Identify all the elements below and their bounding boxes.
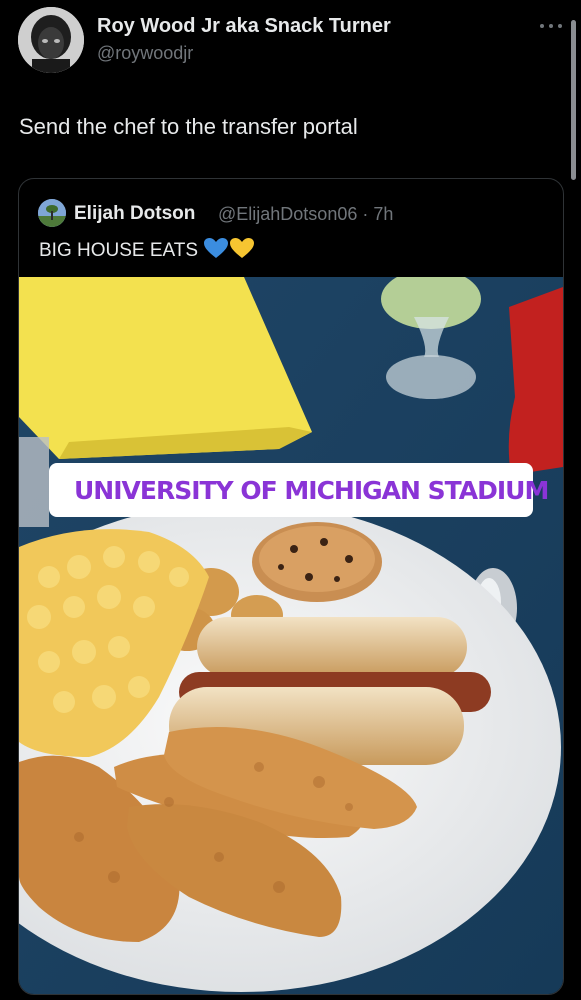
quoted-author-name[interactable]: Elijah Dotson (74, 203, 195, 225)
more-horizontal-icon[interactable] (539, 18, 563, 28)
author-avatar[interactable] (18, 7, 84, 73)
food-plate-photo (19, 277, 563, 994)
yellow-heart-icon (229, 237, 255, 265)
scrollbar[interactable] (571, 20, 576, 180)
quoted-tweet-card[interactable]: Elijah Dotson @ElijahDotson06 · 7h BIG H… (18, 178, 564, 995)
tweet-text: Send the chef to the transfer portal (19, 114, 358, 139)
blue-heart-icon (203, 237, 229, 265)
quoted-tweet-text: BIG HOUSE EATS (39, 237, 255, 265)
location-sticker-label: UNIVERSITY OF MICHIGAN STADIUM (74, 475, 549, 505)
quoted-author-handle[interactable]: @ElijahDotson06 · 7h (218, 204, 393, 225)
location-sticker: UNIVERSITY OF MICHIGAN STADIUM (49, 463, 549, 517)
author-handle[interactable]: @roywoodjr (97, 43, 193, 64)
quoted-tweet-photo[interactable]: UNIVERSITY OF MICHIGAN STADIUM (19, 277, 563, 994)
quoted-author-avatar[interactable] (38, 199, 66, 227)
quoted-text-label: BIG HOUSE EATS (39, 240, 199, 261)
author-name[interactable]: Roy Wood Jr aka Snack Turner (97, 15, 391, 38)
